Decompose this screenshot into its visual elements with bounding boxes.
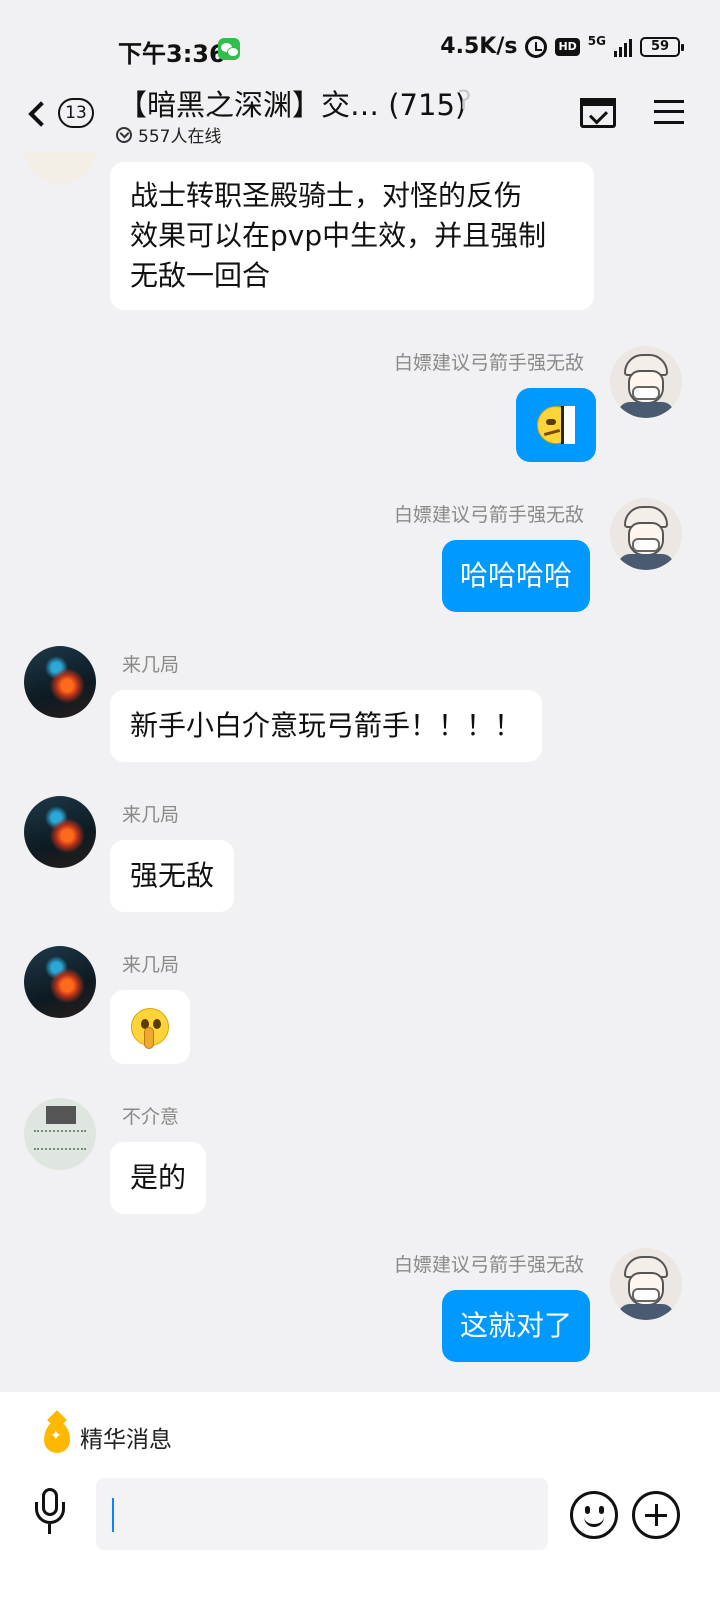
group-name: 【暗黑之深渊】交… (118, 88, 380, 122)
microphone-icon[interactable] (32, 1488, 68, 1538)
chat-header: 13 【暗黑之深渊】交… (715) ʔ 557人在线 (0, 80, 720, 152)
essence-label: 精华消息 (80, 1427, 172, 1453)
message-bubble[interactable]: 强无敌 (110, 840, 235, 912)
avatar[interactable] (610, 1248, 682, 1320)
message-bubble[interactable]: 这就对了 (442, 1290, 591, 1362)
message-line: 无敌一回合 (130, 259, 271, 292)
ear-icon[interactable]: ʔ (458, 86, 471, 116)
message-bubble[interactable]: 战士转职圣殿骑士，对怪的反伤 效果可以在pvp中生效，并且强制 无敌一回合 (110, 162, 594, 310)
calendar-check-icon[interactable] (580, 98, 616, 128)
message-text: 是的 (130, 1161, 187, 1194)
text-caret (112, 1498, 114, 1532)
signal-icon (614, 37, 632, 57)
chevron-circle-icon (116, 126, 132, 143)
sender-name: 白嫖建议弓箭手强无敌 (393, 1254, 584, 1276)
hd-badge: HD (555, 37, 580, 56)
sender-name: 来几局 (122, 804, 180, 826)
input-panel: 精华消息 (0, 1392, 720, 1600)
message-bubble[interactable]: 新手小白介意玩弓箭手！！！！ (110, 690, 543, 762)
shush-emoji-icon (131, 1008, 169, 1049)
message-line: 效果可以在pvp中生效，并且强制 (130, 219, 547, 252)
sender-name: 来几局 (122, 954, 180, 976)
member-count: (715) (388, 88, 467, 122)
message-input[interactable] (96, 1478, 548, 1550)
avatar[interactable] (24, 646, 96, 718)
group-title[interactable]: 【暗黑之深渊】交… (715) (118, 82, 466, 124)
message-list[interactable]: 战士转职圣殿骑士，对怪的反伤 效果可以在pvp中生效，并且强制 无敌一回合 白嫖… (0, 152, 720, 1392)
status-time: 下午3:36 (118, 40, 226, 68)
message-bubble[interactable] (516, 388, 596, 462)
avatar[interactable] (610, 498, 682, 570)
emoji-icon[interactable] (570, 1491, 618, 1539)
message-text: 哈哈哈哈 (460, 559, 573, 592)
message-line: 战士转职圣殿骑士，对怪的反伤 (130, 179, 523, 212)
avatar[interactable] (24, 796, 96, 868)
message-text: 这就对了 (460, 1309, 573, 1342)
smirk-emoji-icon (537, 406, 575, 444)
avatar[interactable] (24, 946, 96, 1018)
online-count: 557人在线 (138, 127, 222, 147)
sender-name: 白嫖建议弓箭手强无敌 (393, 504, 584, 526)
essence-drop-icon (44, 1421, 70, 1453)
sender-name: 白嫖建议弓箭手强无敌 (393, 352, 584, 374)
network-speed: 4.5K/s (440, 34, 518, 59)
sender-name: 来几局 (122, 654, 180, 676)
avatar[interactable] (610, 346, 682, 418)
message-bubble[interactable]: 哈哈哈哈 (442, 540, 591, 612)
avatar[interactable] (24, 1098, 96, 1170)
status-indicators: 4.5K/s HD 5G 59 (440, 33, 684, 59)
menu-icon[interactable] (654, 100, 684, 124)
back-icon (28, 101, 54, 127)
back-button[interactable]: 13 (28, 95, 98, 135)
alarm-icon (525, 35, 548, 58)
status-bar: 下午3:36 4.5K/s HD 5G 59 (0, 0, 720, 80)
message-text: 新手小白介意玩弓箭手！！！！ (130, 709, 523, 742)
battery-icon: 59 (640, 36, 684, 57)
message-bubble[interactable]: 是的 (110, 1142, 207, 1214)
network-type: 5G (587, 33, 606, 48)
unread-count-badge: 13 (58, 98, 94, 128)
message-text: 战士转职圣殿骑士，对怪的反伤 效果可以在pvp中生效，并且强制 无敌一回合 (130, 176, 574, 296)
essence-messages-button[interactable]: 精华消息 (44, 1420, 172, 1454)
sender-name: 不介意 (122, 1106, 180, 1128)
message-bubble[interactable] (110, 990, 190, 1064)
plus-icon[interactable] (632, 1491, 680, 1539)
message-text: 强无敌 (130, 859, 215, 892)
online-status[interactable]: 557人在线 (116, 122, 221, 147)
avatar[interactable] (24, 152, 96, 184)
wechat-icon (218, 38, 240, 60)
